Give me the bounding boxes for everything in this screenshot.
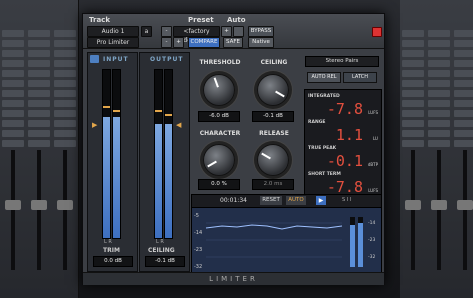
integrated-label: INTEGRATED [308,94,340,99]
auto-label: Auto [227,16,246,24]
bypass-button[interactable]: BYPASS [248,26,274,37]
mini-meter-1-fill [350,225,355,267]
output-meter-right [164,69,173,239]
mixer-strip [26,0,53,298]
preset-next-button[interactable]: + [221,26,232,37]
character-label: CHARACTER [199,130,241,137]
input-title: INPUT [103,56,129,63]
fader-cap[interactable] [5,200,21,210]
copy-button[interactable]: - [161,37,172,48]
close-button[interactable] [372,27,382,37]
trim-label: TRIM [103,247,120,254]
range-unit: LU [373,136,378,141]
track-selector[interactable]: Audio 1 [87,26,139,37]
ceiling-knob[interactable] [257,74,289,106]
shortterm-label: SHORT TERM [308,172,341,177]
truepeak-unit: dBTP [367,162,378,167]
threshold-label: THRESHOLD [199,59,241,66]
compare-button[interactable]: COMPARE [188,37,220,48]
loudness-trace [205,224,343,230]
automation-button[interactable] [233,26,244,37]
plugin-name[interactable]: Pro Limiter [87,37,139,48]
output-lr-label: L R [156,239,164,245]
output-panel: OUTPUT ◀ L R CEILING -0.1 dB [139,52,190,272]
integrated-value: -7.8 [326,100,363,118]
native-button[interactable]: Native [248,37,274,48]
truepeak-label: TRUE PEAK [308,146,337,151]
safe-button[interactable]: SAFE [223,37,243,48]
graph-plot [205,217,363,267]
range-value: 1.1 [335,126,363,144]
plugin-logo-icon [90,55,99,63]
channel-mode-dropdown[interactable]: Stereo Pairs [305,56,379,67]
track-group-button[interactable]: a [141,26,152,37]
output-ceiling-label: CEILING [148,247,175,254]
threshold-knob[interactable] [203,74,235,106]
output-meter-left [154,69,163,239]
plugin-footer: LIMITER [83,272,384,285]
input-panel: INPUT ▶ L R TRIM 0.0 dB [87,52,138,272]
fader-cap[interactable] [405,200,421,210]
fader-cap[interactable] [57,200,73,210]
threshold-marker-icon[interactable]: ▶ [92,121,97,129]
shortterm-unit: LUFS [368,188,378,193]
mixer-strip [400,0,427,298]
auto-release-button[interactable]: AUTO REL [307,72,341,83]
input-meter-right [112,69,121,239]
preset-selector[interactable]: <factory default> [173,26,220,44]
truepeak-value: -0.1 [326,152,363,170]
preset-label: Preset [188,16,214,24]
release-label: RELEASE [259,130,289,137]
ceiling-knob-label: CEILING [260,59,288,66]
input-lr-label: L R [104,239,112,245]
latch-button[interactable]: LATCH [343,72,377,83]
loudness-panel: INTEGRATED -7.8 LUFS RANGE 1.1 LU TRUE P… [304,89,382,196]
integrated-unit: LUFS [368,110,378,115]
character-value[interactable]: 0.0 % [198,179,240,190]
output-title: OUTPUT [150,56,184,63]
mini-meter-2-fill [358,223,363,267]
release-value[interactable]: 2.0 ms [252,179,294,190]
range-label: RANGE [308,120,326,125]
threshold-value[interactable]: -6.0 dB [198,111,240,122]
trim-value[interactable]: 0.0 dB [93,256,133,267]
mixer-strip [452,0,473,298]
preset-prev-button[interactable]: - [161,26,172,37]
ceiling-marker-icon[interactable]: ◀ [176,121,181,129]
loudness-history-graph: 00:01:34 RESET AUTO ▶ S I I -5 -14 -23 -32-… [191,194,382,274]
paste-button[interactable]: + [173,37,184,48]
input-meter-left [102,69,111,239]
mixer-strip [52,0,79,298]
output-ceiling-value[interactable]: -0.1 dB [145,256,185,267]
ceiling-knob-value[interactable]: -0.1 dB [252,111,294,122]
plugin-window: Track Preset Auto Audio 1 a - <factory d… [82,13,385,285]
mixer-strip [426,0,453,298]
release-knob[interactable] [257,144,289,176]
plugin-header: Track Preset Auto Audio 1 a - <factory d… [83,14,384,49]
fader-cap[interactable] [31,200,47,210]
mixer-strip [0,0,27,298]
fader-cap[interactable] [457,200,473,210]
fader-cap[interactable] [431,200,447,210]
track-label: Track [89,16,110,24]
character-knob[interactable] [203,144,235,176]
